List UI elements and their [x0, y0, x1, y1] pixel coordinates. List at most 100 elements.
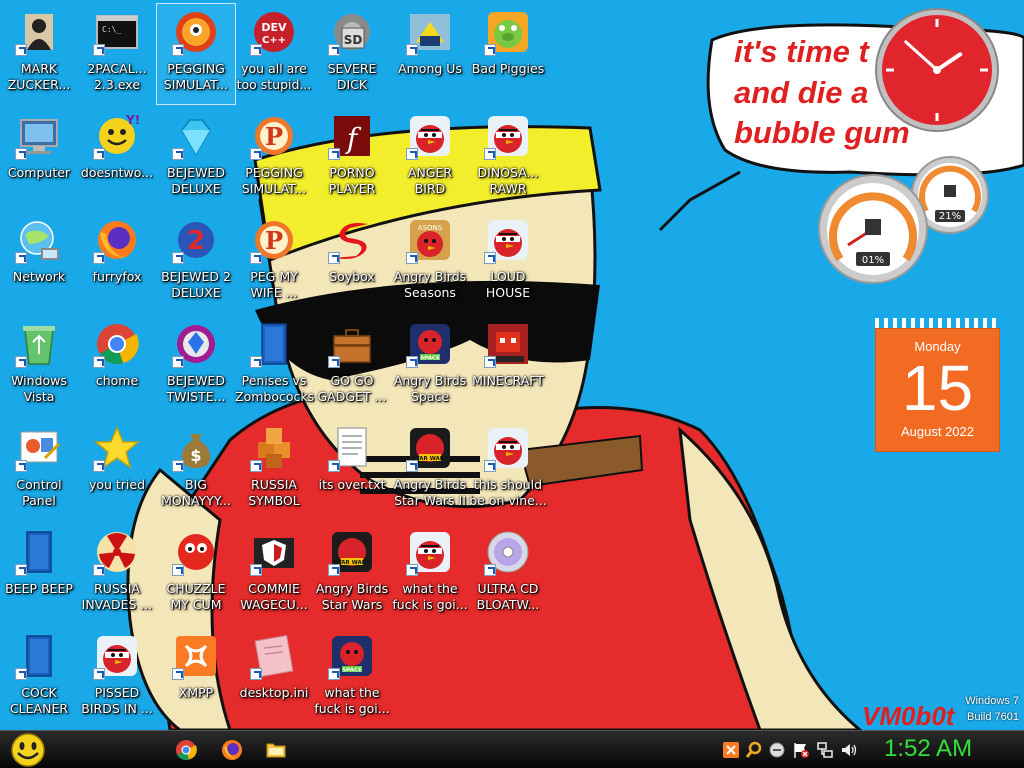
smiley-start-icon[interactable] [8, 731, 48, 768]
desktop-icon-label: BEJEWED 2 DELUXE [161, 269, 231, 300]
desktop-icon[interactable]: LOUD HOUSE [469, 212, 547, 312]
desktop-icon-label: Angry Birds Star Wars [315, 581, 389, 612]
desktop-icon[interactable]: Control Panel [0, 420, 78, 520]
desktop-icon-label: Penises vs Zombococks [235, 373, 315, 404]
desktop-icon[interactable]: its over.txt [313, 420, 391, 520]
desktop-icon[interactable]: RUSSIA INVADES ... [78, 524, 156, 624]
s-logo-icon [328, 216, 376, 264]
svg-text:P: P [265, 226, 283, 255]
desktop-icon[interactable]: BEJEWED TWISTE... [157, 316, 235, 416]
clock-gadget[interactable] [873, 6, 1001, 134]
desktop-icon-label: Angry Birds Seasons [393, 269, 467, 300]
network-icon[interactable] [816, 741, 834, 759]
desktop-icon[interactable]: Among Us [391, 4, 469, 104]
desktop-icon[interactable]: ASONS Angry Birds Seasons [391, 212, 469, 312]
desktop-icon[interactable]: BEJEWED DELUXE [157, 108, 235, 208]
yahoo-icon: Y! [93, 112, 141, 160]
desktop-icon[interactable]: Network [0, 212, 78, 312]
desktop-icon[interactable]: Computer [0, 108, 78, 208]
star-icon [93, 424, 141, 472]
angry-bird-icon [406, 528, 454, 576]
desktop-icon[interactable]: DEV C++ you all are too stupid... [235, 4, 313, 104]
globe-icon [15, 216, 63, 264]
desktop-icon[interactable]: CHUZZLE MY CUM [157, 524, 235, 624]
os-version: Windows 7 [965, 695, 1019, 707]
gem-icon [172, 112, 220, 160]
cpu-percent: 01% [862, 255, 884, 266]
desktop-icon[interactable]: f PORNO PLAYER [313, 108, 391, 208]
desktop-icon[interactable]: furryfox [78, 212, 156, 312]
desktop-icon[interactable]: MARK ZUCKER... [0, 4, 78, 104]
desktop-icon[interactable]: SPACE Angry Birds Space [391, 316, 469, 416]
desktop-icon[interactable]: desktop.ini [235, 628, 313, 728]
calendar-gadget[interactable]: Monday 15 August 2022 [875, 318, 1000, 452]
desktop-icon[interactable]: GO GO GADGET ... [313, 316, 391, 416]
desktop-icon[interactable]: Y! doesntwo... [78, 108, 156, 208]
desktop-icon-label: this should be on vine... [469, 477, 547, 508]
firefox-icon[interactable] [220, 738, 244, 762]
desktop-icon[interactable]: STAR WARS Angry Birds Star Wars II [391, 420, 469, 520]
radiation-icon [93, 528, 141, 576]
xampp-icon[interactable] [722, 741, 740, 759]
angry-bird-seasons-icon: ASONS [406, 216, 454, 264]
desktop-icon[interactable]: STAR WARS Angry Birds Star Wars [313, 524, 391, 624]
peg-p-icon: P [250, 112, 298, 160]
desktop-icon[interactable]: Soybox [313, 212, 391, 312]
desktop-icon[interactable]: this should be on vine... [469, 420, 547, 520]
desktop-icon[interactable]: BEEP BEEP [0, 524, 78, 624]
angry-bird-block-icon [484, 320, 532, 368]
desktop-icon[interactable]: ANGER BIRD [391, 108, 469, 208]
bubble-line-1: it's time t [734, 34, 871, 69]
flash-icon: f [328, 112, 376, 160]
sd-card-icon: SD [328, 8, 376, 56]
svg-text:SPACE: SPACE [342, 668, 362, 674]
xampp-icon [172, 632, 220, 680]
desktop-icon[interactable]: SPACE what the fuck is goi... [313, 628, 391, 728]
cpu-meter-gadget[interactable]: 21% 01% [818, 155, 990, 285]
desktop-icon-label: Angry Birds Space [393, 373, 467, 404]
desktop-icon[interactable]: DINOSA... RAWR [469, 108, 547, 208]
blank-file-icon [15, 528, 63, 576]
desktop-icon[interactable]: PISSED BIRDS IN ... [78, 628, 156, 728]
desktop-icon[interactable]: Penises vs Zombococks [235, 316, 315, 416]
circle-icon[interactable] [768, 741, 786, 759]
desktop-icon[interactable]: P PEGGING SIMULAT... [235, 108, 313, 208]
desktop-icon[interactable]: SD SEVERE DICK [313, 4, 391, 104]
blank-file-icon [250, 320, 298, 368]
desktop-icon[interactable]: MINECRAFT [469, 316, 547, 416]
desktop-icon-label: Bad Piggies [471, 61, 545, 76]
search-icon[interactable] [745, 741, 763, 759]
desktop-icon-label: COCK CLEANER [9, 685, 69, 716]
desktop-icon-label: BIG MONAYYY... [161, 477, 231, 508]
desktop-icon[interactable]: COMMIE WAGECU... [235, 524, 313, 624]
folder-icon[interactable] [264, 738, 288, 762]
calendar-binding [875, 318, 1000, 328]
chrome-icon[interactable] [174, 738, 198, 762]
desktop-icon[interactable]: Bad Piggies [469, 4, 547, 104]
desktop-icon-label: BEEP BEEP [5, 581, 73, 596]
volume-icon[interactable] [840, 741, 858, 759]
firefox-icon [93, 216, 141, 264]
desktop-icon[interactable]: C:\_ 2PACAL... 2.3.exe [78, 4, 156, 104]
desktop-icon[interactable]: PEGGING SIMULAT... [156, 3, 236, 105]
desktop-icon-label: you all are too stupid... [236, 61, 312, 92]
desktop-icon[interactable]: ULTRA CD BLOATW... [469, 524, 547, 624]
desktop-icon[interactable]: Windows Vista [0, 316, 78, 416]
svg-text:SPACE: SPACE [420, 356, 440, 362]
calendar-month-year: August 2022 [900, 424, 974, 439]
desktop-icon[interactable]: 2 BEJEWED 2 DELUXE [157, 212, 235, 312]
desktop-icon[interactable]: P PEG MY WIFE ... [235, 212, 313, 312]
money-bag-icon: $ [172, 424, 220, 472]
desktop-icon[interactable]: what the fuck is goi... [391, 524, 469, 624]
taskbar-clock[interactable]: 1:52 AM [884, 735, 972, 763]
desktop-icon[interactable]: chome [78, 316, 156, 416]
desktop-icon[interactable]: you tried [78, 420, 156, 520]
os-build: Build 7601 [967, 711, 1019, 723]
desktop-icon[interactable]: COCK CLEANER [0, 628, 78, 728]
desktop-icon[interactable]: $ BIG MONAYYY... [157, 420, 235, 520]
chrome-icon [93, 320, 141, 368]
desktop-icon[interactable]: XMPP [157, 628, 235, 728]
flag-icon[interactable] [792, 741, 810, 759]
desktop-icon-label: Soybox [329, 269, 375, 284]
desktop-icon[interactable]: RUSSIA SYMBOL [235, 420, 313, 520]
